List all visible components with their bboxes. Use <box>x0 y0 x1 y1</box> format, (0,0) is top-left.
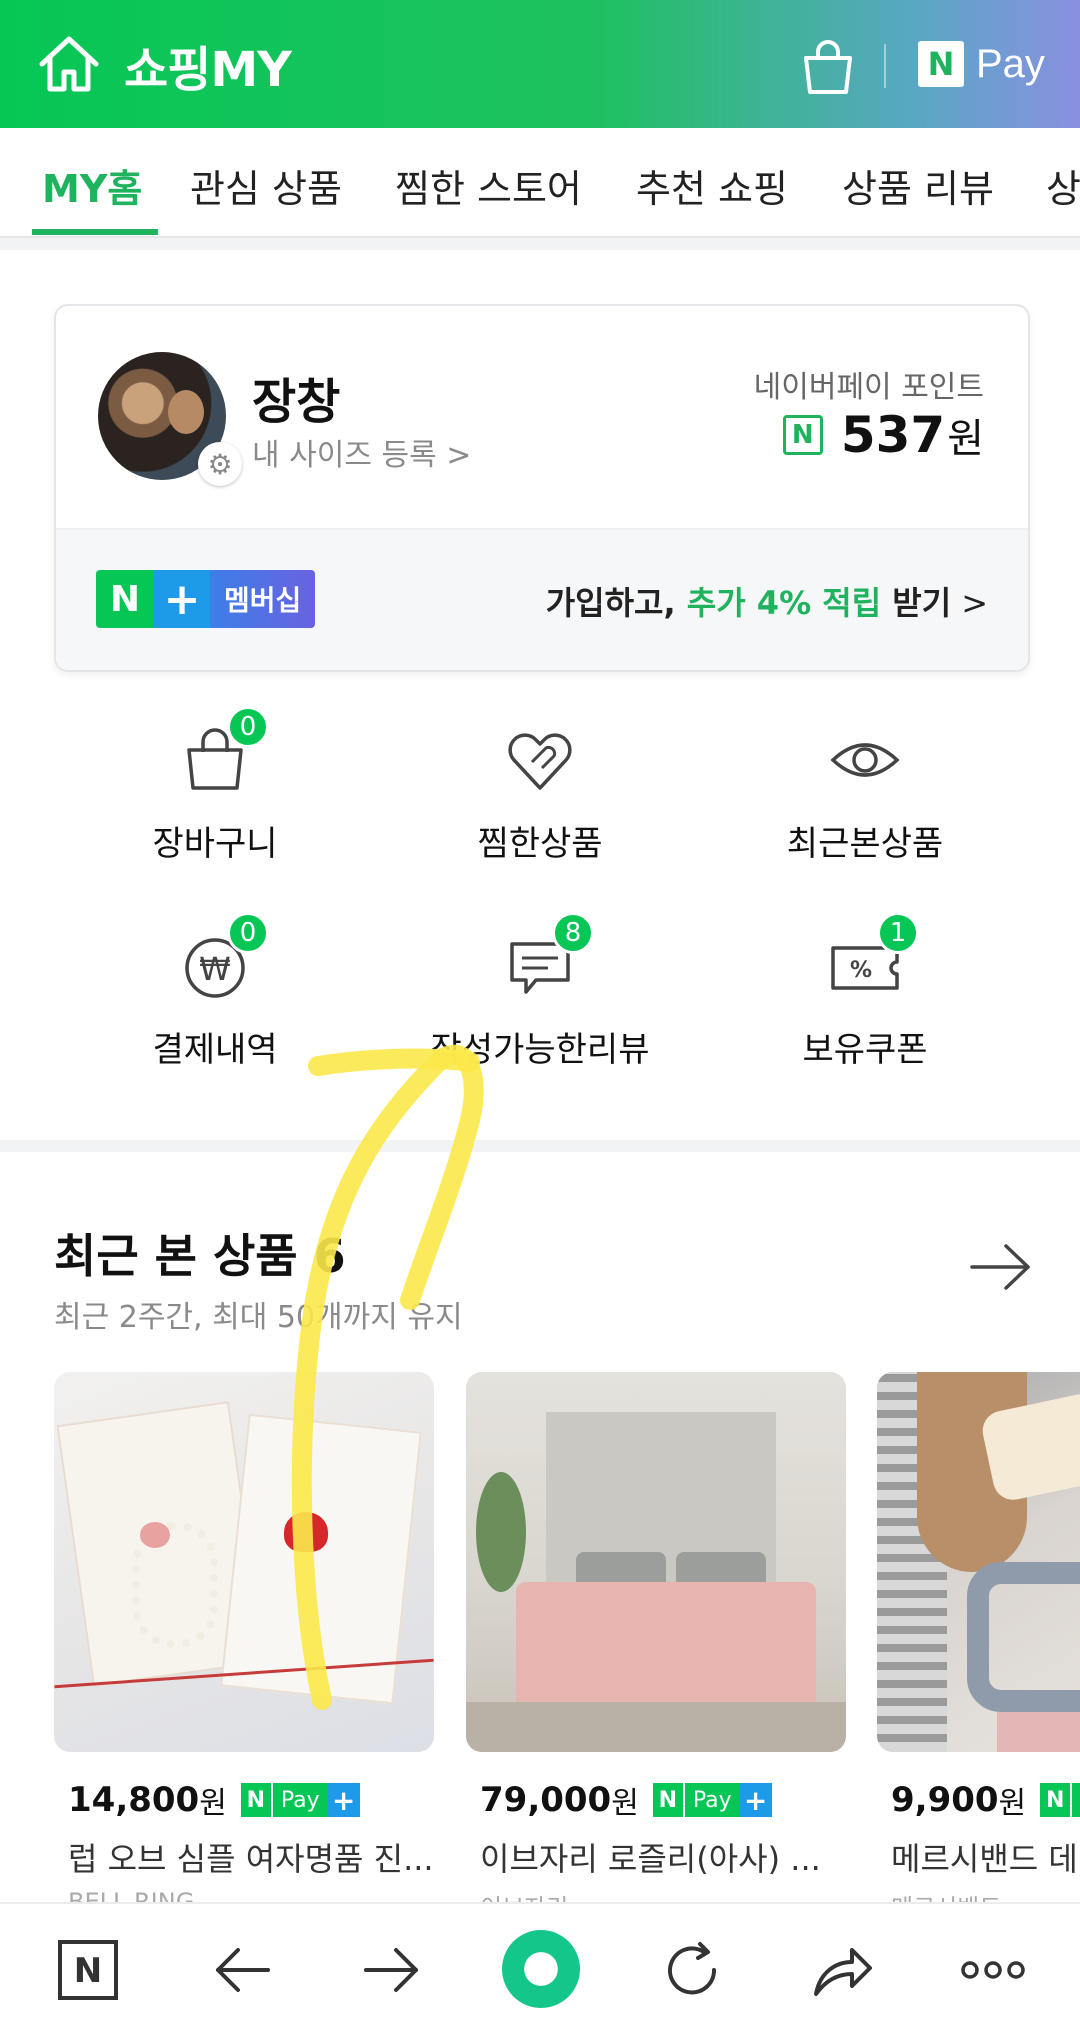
npay-n-icon: N <box>1040 1783 1071 1817</box>
npay-plus-icon: + <box>327 1783 360 1817</box>
npay-pay-label: Pay <box>1070 1783 1080 1817</box>
quick-cart-label: 장바구니 <box>152 824 278 864</box>
membership-badge: N + 멤버십 <box>96 570 316 628</box>
npay-plus-badge: N Pay + <box>652 1783 772 1817</box>
npay-point-value: 537 <box>840 406 946 464</box>
join-post: 받기 <box>881 584 952 622</box>
quick-cart[interactable]: 0 장바구니 <box>55 706 375 865</box>
browser-bottom-bar: N <box>0 1902 1080 2034</box>
tab-product-reviews[interactable]: 상품 리뷰 <box>842 158 994 213</box>
npay-n-icon: N <box>652 1783 683 1817</box>
product-price-row: 14,800 원 N Pay + <box>54 1778 434 1822</box>
svg-text:N: N <box>74 1951 102 1991</box>
npay-pay-label: Pay <box>270 1783 328 1817</box>
section-divider <box>0 238 1080 250</box>
product-image[interactable] <box>877 1372 1080 1752</box>
naver-home-icon[interactable]: N <box>56 1938 120 2002</box>
product-card[interactable]: 79,000 원 N Pay + 이브자리 로즐리(아사) ... 이브자리 <box>466 1372 846 1908</box>
join-pre: 가입하고, <box>545 584 687 622</box>
product-price-unit: 원 <box>199 1786 227 1821</box>
membership-n-icon: N <box>96 570 154 628</box>
header-divider <box>884 44 886 88</box>
user-name: 장창 <box>252 374 341 430</box>
quick-payment-history[interactable]: ₩ 0 결제내역 <box>55 912 375 1071</box>
product-name: 메르시밴드 데일리 헤어집게 <box>891 1840 1080 1878</box>
more-options-icon[interactable] <box>958 1938 1028 2002</box>
membership-banner[interactable]: N + 멤버십 가입하고, 추가 4% 적립 받기 > <box>56 528 1028 670</box>
npay-plus-icon: + <box>739 1783 772 1817</box>
svg-text:%: % <box>850 958 872 983</box>
coupon-count-badge: 1 <box>877 912 919 954</box>
tab-interest-products[interactable]: 관심 상품 <box>190 158 342 213</box>
npay-point-unit: 원 <box>947 416 984 462</box>
svg-text:₩: ₩ <box>199 950 231 988</box>
product-name: 이브자리 로즐리(아사) ... <box>480 1840 821 1878</box>
eye-icon <box>830 743 900 777</box>
npay-button[interactable]: N Pay <box>918 40 1045 88</box>
npay-plus-badge: N Pay + <box>1040 1783 1080 1817</box>
section-divider <box>0 1140 1080 1152</box>
green-dot-button[interactable] <box>502 1930 580 2008</box>
npay-point-label: 네이버페이 포인트 <box>753 370 984 405</box>
quick-writable-reviews[interactable]: 8 작성가능한리뷰 <box>380 912 700 1071</box>
share-icon[interactable] <box>810 1938 874 2002</box>
product-price-row: 9,900 원 N Pay + <box>877 1778 1080 1822</box>
product-price: 79,000 <box>480 1780 612 1820</box>
npay-plus-badge: N Pay + <box>240 1783 360 1817</box>
join-highlight: 추가 4% 적립 <box>686 584 882 622</box>
quick-liked-products[interactable]: 찜한상품 <box>380 722 700 865</box>
tab-active-indicator <box>32 229 158 235</box>
review-count-badge: 8 <box>552 912 594 954</box>
back-arrow-icon[interactable] <box>210 1938 274 2002</box>
home-icon[interactable] <box>38 34 100 94</box>
cart-count-badge: 0 <box>227 706 269 748</box>
membership-join-text[interactable]: 가입하고, 추가 4% 적립 받기 > <box>546 578 988 624</box>
arrow-right-icon[interactable] <box>970 1242 1032 1292</box>
npay-point-row[interactable]: N 537 원 <box>782 406 984 464</box>
tab-more[interactable]: 상 <box>1046 158 1080 213</box>
size-register-link[interactable]: 내 사이즈 등록 > <box>252 430 471 474</box>
payment-count-badge: 0 <box>227 912 269 954</box>
product-image[interactable] <box>466 1372 846 1752</box>
tab-recommended-shopping[interactable]: 추천 쇼핑 <box>636 158 788 213</box>
npay-label: Pay <box>976 41 1045 86</box>
gear-icon[interactable]: ⚙ <box>198 442 242 486</box>
npay-logo-icon: N <box>918 41 964 87</box>
product-price-row: 79,000 원 N Pay + <box>466 1778 846 1822</box>
recent-products-subtitle: 최근 2주간, 최대 50개까지 유지 <box>54 1300 463 1335</box>
quick-payment-label: 결제내역 <box>152 1030 278 1070</box>
product-price-unit: 원 <box>998 1786 1027 1821</box>
tab-bar: MY홈 관심 상품 찜한 스토어 추천 쇼핑 상품 리뷰 상 <box>0 128 1080 238</box>
app-header: 쇼핑MY N Pay <box>0 0 1080 128</box>
npay-point-icon: N <box>782 415 823 455</box>
shopping-bag-icon[interactable] <box>800 38 856 96</box>
heart-icon <box>508 733 572 790</box>
membership-plus-icon: + <box>154 570 210 628</box>
quick-liked-label: 찜한상품 <box>477 824 603 864</box>
chevron-right-icon: > <box>961 584 988 622</box>
product-card[interactable]: 14,800 원 N Pay + 럽 오브 심플 여자명품 진... BELL … <box>54 1372 434 1908</box>
profile-card: ⚙ 장창 내 사이즈 등록 > 네이버페이 포인트 N 537 원 N + 멤버… <box>54 304 1030 672</box>
product-card[interactable]: 9,900 원 N Pay + 메르시밴드 데일리 헤어집게 메르시밴드 <box>877 1372 1080 1908</box>
tab-my-home[interactable]: MY홈 <box>42 158 142 213</box>
npay-n-icon: N <box>240 1783 271 1817</box>
quick-coupons[interactable]: % 1 보유쿠폰 <box>705 912 1025 1071</box>
product-image[interactable] <box>54 1372 434 1752</box>
tab-liked-stores[interactable]: 찜한 스토어 <box>395 158 582 213</box>
npay-pay-label: Pay <box>682 1783 740 1817</box>
avatar-photo-detail <box>168 390 204 434</box>
product-price: 14,800 <box>68 1780 200 1820</box>
forward-arrow-icon[interactable] <box>360 1938 424 2002</box>
product-price-unit: 원 <box>611 1786 639 1821</box>
product-price: 9,900 <box>891 1780 999 1820</box>
recent-products-title: 최근 본 상품 6 <box>54 1229 346 1283</box>
page-title: 쇼핑MY <box>124 42 292 98</box>
membership-label: 멤버십 <box>210 570 316 628</box>
quick-recent-label: 최근본상품 <box>786 824 944 864</box>
product-name: 럽 오브 심플 여자명품 진... <box>68 1840 434 1878</box>
quick-review-label: 작성가능한리뷰 <box>430 1030 650 1070</box>
quick-recent-products[interactable]: 최근본상품 <box>705 722 1025 865</box>
refresh-icon[interactable] <box>660 1938 724 2002</box>
quick-coupon-label: 보유쿠폰 <box>802 1030 928 1070</box>
